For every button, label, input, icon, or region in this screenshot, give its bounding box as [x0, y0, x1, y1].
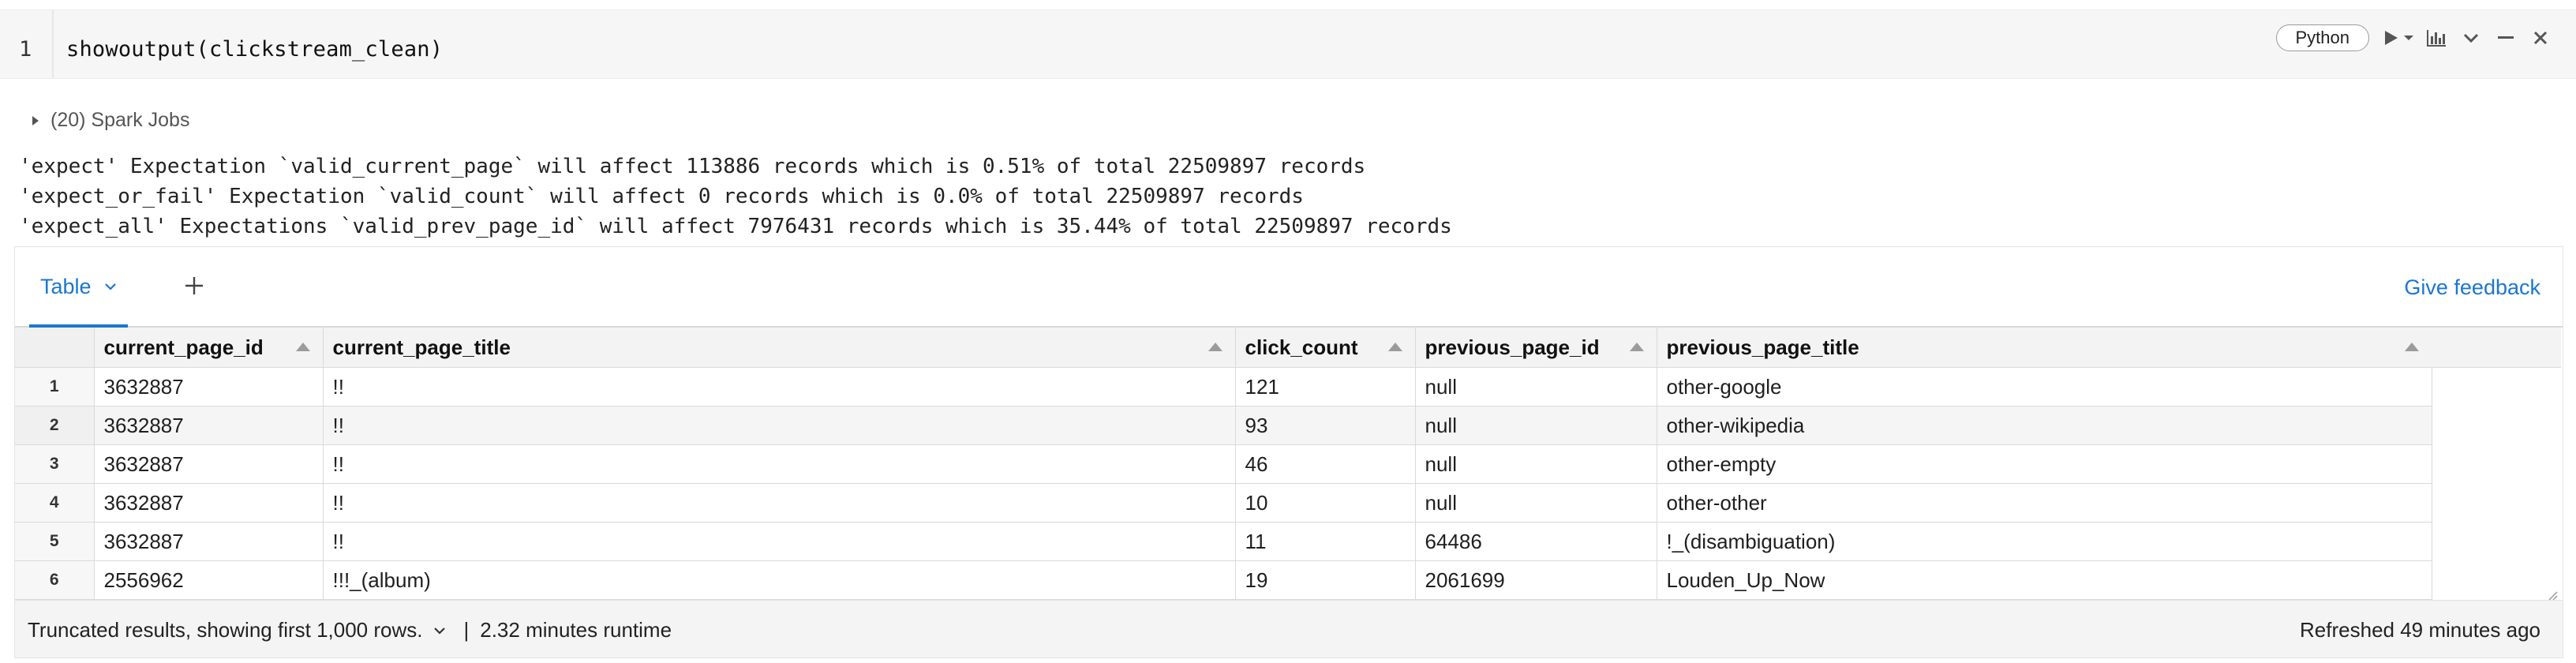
spark-jobs-toggle[interactable]: (20) Spark Jobs [32, 109, 189, 132]
sort-icon[interactable] [2403, 340, 2421, 353]
stdout-output: 'expect' Expectation `valid_current_page… [19, 152, 1452, 242]
table-header-row: current_page_id current_page_title click… [15, 328, 2432, 368]
result-footer: Truncated results, showing first 1,000 r… [15, 600, 2563, 657]
table-cell[interactable]: 3632887 [94, 522, 324, 561]
column-header-previous-page-id[interactable]: previous_page_id [1415, 328, 1657, 368]
sort-icon[interactable] [294, 340, 312, 353]
table-cell[interactable]: !!!_(album) [323, 560, 1236, 600]
resize-handle-icon[interactable] [2547, 590, 2558, 601]
row-index: 1 [15, 367, 95, 406]
row-index: 6 [15, 560, 95, 600]
language-selector[interactable]: Python [2275, 24, 2369, 51]
code-line[interactable]: showoutput(clickstream_clean) [66, 37, 443, 62]
header-filler [2432, 328, 2561, 368]
table-cell[interactable]: 3632887 [94, 483, 324, 523]
table-cell[interactable]: Louden_Up_Now [1657, 560, 2432, 600]
truncated-notice[interactable]: Truncated results, showing first 1,000 r… [28, 618, 422, 642]
table-cell[interactable]: 64486 [1415, 522, 1657, 561]
table-cell[interactable]: !! [323, 367, 1236, 406]
code-editor[interactable]: 1 showoutput(clickstream_clean) Python [0, 9, 2576, 79]
table-cell[interactable]: 93 [1235, 406, 1416, 445]
stdout-line: 'expect_or_fail' Expectation `valid_coun… [19, 185, 1304, 208]
table-cell[interactable]: 3632887 [94, 367, 324, 406]
table-cell[interactable]: null [1415, 444, 1657, 484]
table-cell[interactable]: other-google [1657, 367, 2432, 406]
tab-table-label: Table [40, 274, 92, 298]
table-cell[interactable]: !! [323, 406, 1236, 445]
row-index-header [15, 328, 95, 368]
cell-toolbar: Python [2275, 24, 2555, 51]
footer-separator: | [463, 618, 470, 642]
table-row: 2 3632887 !! 93 null other-wikipedia [15, 406, 2432, 445]
table-row: 5 3632887 !! 11 64486 !_(disambiguation) [15, 522, 2432, 561]
table-cell[interactable]: 2556962 [94, 560, 324, 600]
table-cell[interactable]: 19 [1235, 560, 1416, 600]
row-index: 5 [15, 522, 95, 561]
row-index: 3 [15, 444, 95, 484]
table-row: 6 2556962 !!!_(album) 19 2061699 Louden_… [15, 560, 2432, 600]
close-icon[interactable] [2527, 25, 2554, 51]
column-header-current-page-id[interactable]: current_page_id [94, 328, 324, 368]
runtime-label: 2.32 minutes runtime [480, 618, 672, 642]
line-number: 1 [19, 37, 32, 62]
sort-icon[interactable] [1387, 340, 1404, 353]
table-row: 4 3632887 !! 10 null other-other [15, 483, 2432, 523]
table-cell[interactable]: !! [323, 483, 1236, 523]
table-cell[interactable]: null [1415, 406, 1657, 445]
table-cell[interactable]: !_(disambiguation) [1657, 522, 2432, 561]
footer-left: Truncated results, showing first 1,000 r… [28, 618, 672, 642]
gutter-divider [52, 10, 54, 78]
sort-icon[interactable] [1628, 340, 1646, 353]
refreshed-label: Refreshed 49 minutes ago [2300, 618, 2540, 642]
table-row: 1 3632887 !! 121 null other-google [15, 367, 2432, 406]
stdout-line: 'expect_all' Expectations `valid_prev_pa… [19, 215, 1452, 238]
table-row: 3 3632887 !! 46 null other-empty [15, 444, 2432, 484]
table-cell[interactable]: !! [323, 444, 1236, 484]
table-cell[interactable]: other-empty [1657, 444, 2432, 484]
add-tab-icon[interactable] [181, 272, 208, 299]
table-cell[interactable]: other-wikipedia [1657, 406, 2432, 445]
table-cell[interactable]: 2061699 [1415, 560, 1657, 600]
table-cell[interactable]: null [1415, 483, 1657, 523]
spark-jobs-label: (20) Spark Jobs [51, 109, 190, 131]
column-header-click-count[interactable]: click_count [1235, 328, 1416, 368]
results-table: current_page_id current_page_title click… [15, 328, 2432, 600]
run-dropdown-icon[interactable] [2402, 25, 2415, 51]
table-cell[interactable]: 10 [1235, 483, 1416, 523]
chevron-down-icon[interactable] [433, 627, 446, 635]
tab-table[interactable]: Table [29, 247, 128, 328]
result-tabbar: Table Give feedback [15, 247, 2563, 328]
row-index: 4 [15, 483, 95, 523]
row-index: 2 [15, 406, 95, 445]
give-feedback-link[interactable]: Give feedback [2404, 275, 2540, 300]
table-cell[interactable]: !! [323, 522, 1236, 561]
chevron-down-icon[interactable] [104, 283, 117, 290]
table-cell[interactable]: 11 [1235, 522, 1416, 561]
column-header-current-page-title[interactable]: current_page_title [323, 328, 1236, 368]
chevron-right-icon [32, 115, 39, 125]
collapse-icon[interactable] [2458, 25, 2484, 51]
result-panel: Table Give feedback current_page_id curr… [14, 246, 2563, 658]
table-cell[interactable]: 3632887 [94, 406, 324, 445]
table-cell[interactable]: null [1415, 367, 1657, 406]
table-cell[interactable]: other-other [1657, 483, 2432, 523]
run-icon[interactable] [2377, 25, 2404, 51]
sort-icon[interactable] [1207, 340, 1224, 353]
minimize-icon[interactable] [2492, 25, 2519, 51]
table-cell[interactable]: 46 [1235, 444, 1416, 484]
chart-icon[interactable] [2423, 25, 2450, 51]
stdout-line: 'expect' Expectation `valid_current_page… [19, 155, 1366, 178]
table-cell[interactable]: 121 [1235, 367, 1416, 406]
column-header-previous-page-title[interactable]: previous_page_title [1657, 328, 2432, 368]
table-cell[interactable]: 3632887 [94, 444, 324, 484]
